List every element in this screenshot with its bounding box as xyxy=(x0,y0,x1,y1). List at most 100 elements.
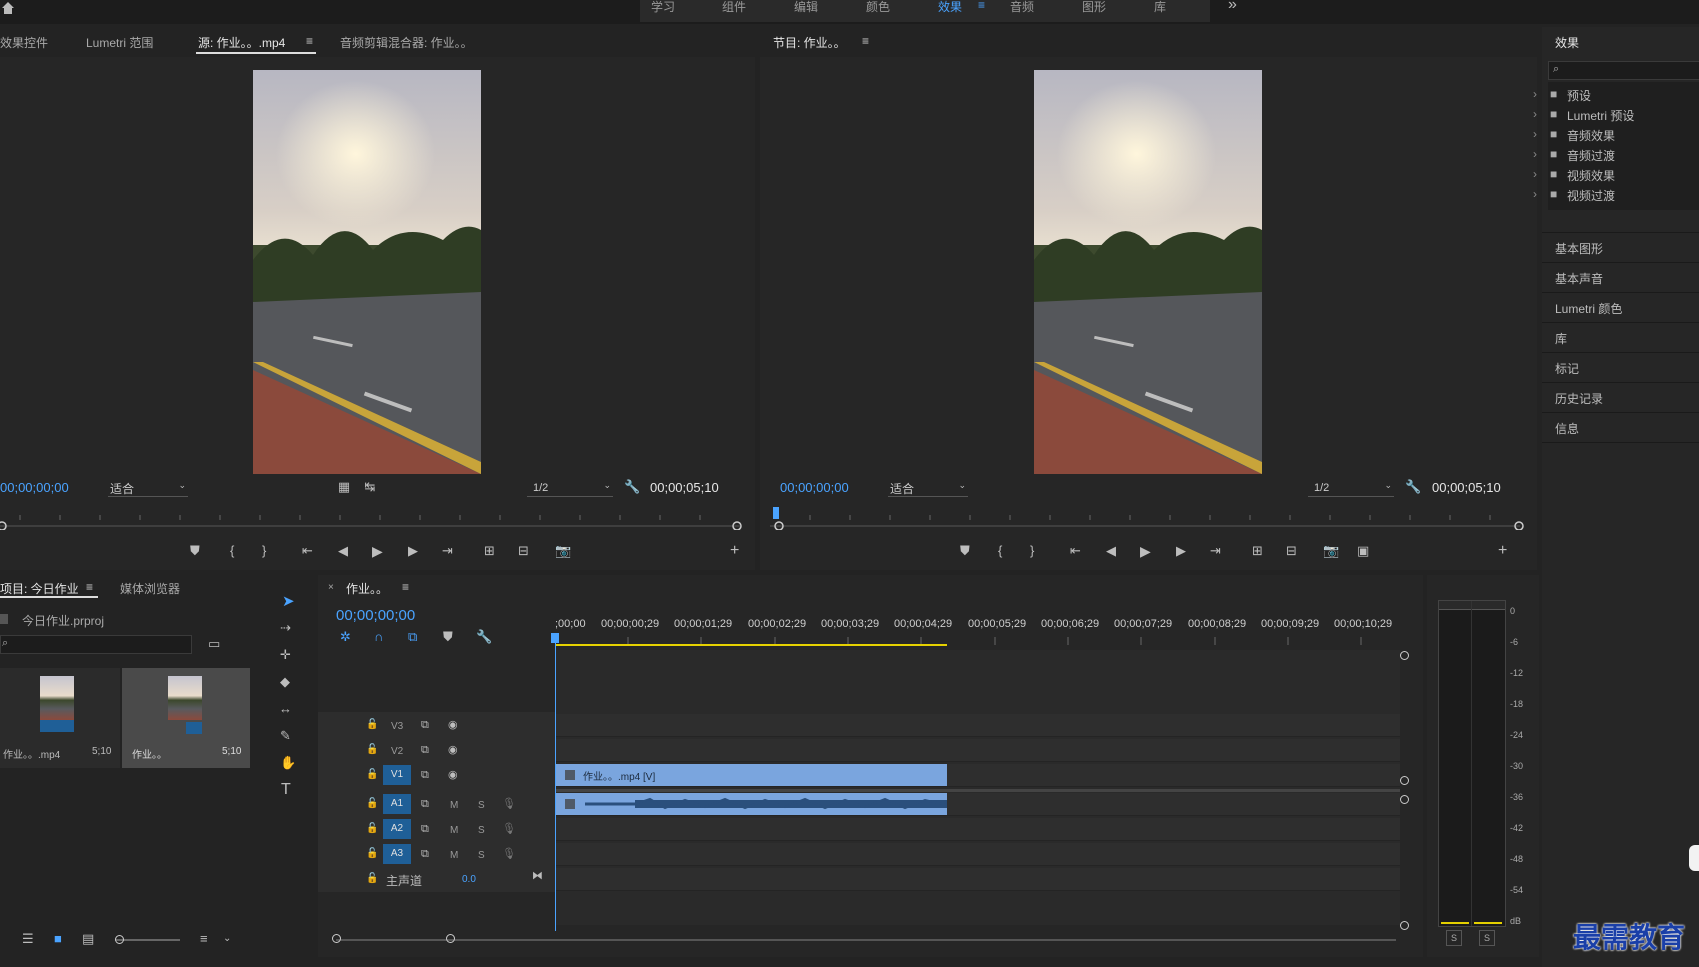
add-marker-icon[interactable]: ⛊ xyxy=(190,544,200,558)
scroll-handle-icon[interactable] xyxy=(1400,795,1409,804)
track-target-v1[interactable]: V1 xyxy=(383,765,411,785)
linked-selection-icon[interactable]: ⧉ xyxy=(408,630,417,644)
sync-lock-icon[interactable]: ⧉ xyxy=(421,822,429,836)
nest-sequence-icon[interactable]: ✲ xyxy=(340,630,351,644)
mute-button[interactable]: M xyxy=(450,800,458,811)
workspace-tab-graphics[interactable]: 图形 xyxy=(1082,0,1106,15)
type-tool-icon[interactable]: T xyxy=(281,782,291,798)
panel-libraries[interactable]: 库 xyxy=(1555,330,1567,347)
microphone-icon[interactable]: 🎙 xyxy=(502,847,516,861)
workspace-tab-libraries[interactable]: 库 xyxy=(1154,0,1166,15)
program-resolution-dropdown[interactable]: 1/2 ⌄ xyxy=(1308,480,1394,497)
go-to-end-icon[interactable]: ⧓ xyxy=(532,869,543,883)
snap-icon[interactable]: ∩ xyxy=(374,630,383,644)
lock-icon[interactable]: 🔓 xyxy=(366,847,378,861)
source-timecode-in[interactable]: 00;00;00;00 xyxy=(0,480,69,495)
microphone-icon[interactable]: 🎙 xyxy=(502,822,516,836)
source-fit-dropdown[interactable]: 适合 ⌄ xyxy=(108,480,188,497)
timeline-ruler[interactable] xyxy=(555,633,1405,647)
solo-button[interactable]: S xyxy=(478,825,485,836)
program-fit-dropdown[interactable]: 适合 ⌄ xyxy=(888,480,968,497)
source-resolution-dropdown[interactable]: 1/2 ⌄ xyxy=(527,480,613,497)
mute-button[interactable]: M xyxy=(450,850,458,861)
sync-lock-icon[interactable]: ⧉ xyxy=(421,743,429,757)
playhead[interactable] xyxy=(555,636,556,931)
panel-essential-graphics[interactable]: 基本图形 xyxy=(1555,240,1603,257)
scroll-handle-icon[interactable] xyxy=(446,934,455,943)
new-bin-icon[interactable]: ▭ xyxy=(208,637,220,651)
sync-lock-icon[interactable]: ⧉ xyxy=(421,847,429,861)
workspace-tab-edit[interactable]: 编辑 xyxy=(794,0,818,15)
panel-markers[interactable]: 标记 xyxy=(1555,360,1579,377)
step-back-icon[interactable]: ◀ xyxy=(1106,544,1116,558)
zoom-slider[interactable] xyxy=(115,935,180,944)
go-to-in-icon[interactable]: ⇤ xyxy=(1070,544,1081,558)
razor-tool-icon[interactable]: ◆ xyxy=(280,675,290,689)
play-icon[interactable]: ▶ xyxy=(1140,544,1151,558)
slip-tool-icon[interactable]: ↔ xyxy=(279,702,292,716)
go-to-in-icon[interactable]: ⇤ xyxy=(302,544,313,558)
workspace-menu-icon[interactable]: ≡ xyxy=(978,0,985,12)
lock-icon[interactable]: 🔓 xyxy=(366,822,378,836)
floating-badge[interactable] xyxy=(1689,845,1699,871)
solo-button[interactable]: S xyxy=(478,850,485,861)
freeform-view-icon[interactable]: ▤ xyxy=(82,932,94,946)
add-button-icon[interactable]: + xyxy=(1498,543,1507,559)
chevron-down-icon[interactable]: ⌄ xyxy=(223,932,231,946)
lift-icon[interactable]: ⊞ xyxy=(1252,544,1263,558)
export-frame-icon[interactable]: 📷 xyxy=(1323,544,1339,558)
program-timecode-in[interactable]: 00;00;00;00 xyxy=(780,480,849,495)
source-tab-menu-icon[interactable]: ≡ xyxy=(306,34,313,48)
project-item-selected[interactable]: 作业。。 5;10 xyxy=(122,668,250,768)
solo-button[interactable]: S xyxy=(478,800,485,811)
tab-source[interactable]: 源: 作业。。.mp4 xyxy=(198,34,285,51)
eye-icon[interactable]: ◉ xyxy=(448,743,458,757)
audio-clip[interactable] xyxy=(555,793,947,815)
wrench-icon[interactable]: 🔧 xyxy=(624,480,640,494)
project-item[interactable]: 作业。。.mp4 5;10 xyxy=(0,668,120,768)
project-search-input[interactable]: ⌕ xyxy=(0,635,192,654)
scroll-handle-icon[interactable] xyxy=(1400,776,1409,785)
scroll-handle-icon[interactable] xyxy=(1400,921,1409,930)
master-volume-value[interactable]: 0.0 xyxy=(462,874,476,885)
pen-tool-icon[interactable]: ✎ xyxy=(280,729,291,743)
extract-icon[interactable]: ⊟ xyxy=(1286,544,1297,558)
step-forward-icon[interactable]: ▶ xyxy=(408,544,418,558)
timeline-tab[interactable]: 作业。。 xyxy=(346,580,388,597)
workspace-tab-assembly[interactable]: 组件 xyxy=(722,0,746,15)
project-menu-icon[interactable]: ≡ xyxy=(86,580,93,594)
lock-icon[interactable]: 🔓 xyxy=(366,872,378,886)
mark-out-icon[interactable]: } xyxy=(262,544,266,558)
mark-in-icon[interactable]: { xyxy=(998,544,1002,558)
play-icon[interactable]: ▶ xyxy=(372,544,383,558)
insert-edit-icon[interactable]: ↹ xyxy=(362,480,378,494)
ripple-edit-tool-icon[interactable]: ✛ xyxy=(280,648,291,662)
track-select-tool-icon[interactable]: ⇢ xyxy=(280,621,291,635)
solo-right-button[interactable]: S xyxy=(1479,930,1495,946)
list-view-icon[interactable]: ☰ xyxy=(22,932,34,946)
timeline-timecode[interactable]: 00;00;00;00 xyxy=(336,607,415,624)
sync-lock-icon[interactable]: ⧉ xyxy=(421,718,429,732)
scroll-handle-icon[interactable] xyxy=(332,934,341,943)
home-icon[interactable] xyxy=(0,0,16,16)
program-time-ruler[interactable] xyxy=(770,506,1530,530)
tab-project[interactable]: 项目: 今日作业 xyxy=(0,580,79,597)
program-title[interactable]: 节目: 作业。。 xyxy=(773,34,846,51)
add-button-icon[interactable]: + xyxy=(730,543,739,559)
panel-essential-sound[interactable]: 基本声音 xyxy=(1555,270,1603,287)
insert-icon[interactable]: ⊞ xyxy=(484,544,495,558)
timeline-menu-icon[interactable]: ≡ xyxy=(402,580,409,594)
lock-icon[interactable]: 🔓 xyxy=(366,797,378,811)
tab-lumetri-scopes[interactable]: Lumetri 范围 xyxy=(86,34,153,51)
track-target-a3[interactable]: A3 xyxy=(383,844,411,864)
wrench-icon[interactable]: 🔧 xyxy=(1405,480,1421,494)
hand-tool-icon[interactable]: ✋ xyxy=(280,756,296,770)
add-marker-icon[interactable]: ⛊ xyxy=(443,630,453,644)
workspace-tab-effects[interactable]: 效果 xyxy=(938,0,962,15)
tab-audio-clip-mixer[interactable]: 音频剪辑混合器: 作业。。 xyxy=(340,34,473,51)
go-to-out-icon[interactable]: ⇥ xyxy=(1210,544,1221,558)
effects-search-input[interactable]: ⌕ xyxy=(1548,61,1699,80)
eye-icon[interactable]: ◉ xyxy=(448,768,458,782)
export-frame-icon[interactable]: 📷 xyxy=(555,544,571,558)
workspace-tab-learn[interactable]: 学习 xyxy=(651,0,675,15)
